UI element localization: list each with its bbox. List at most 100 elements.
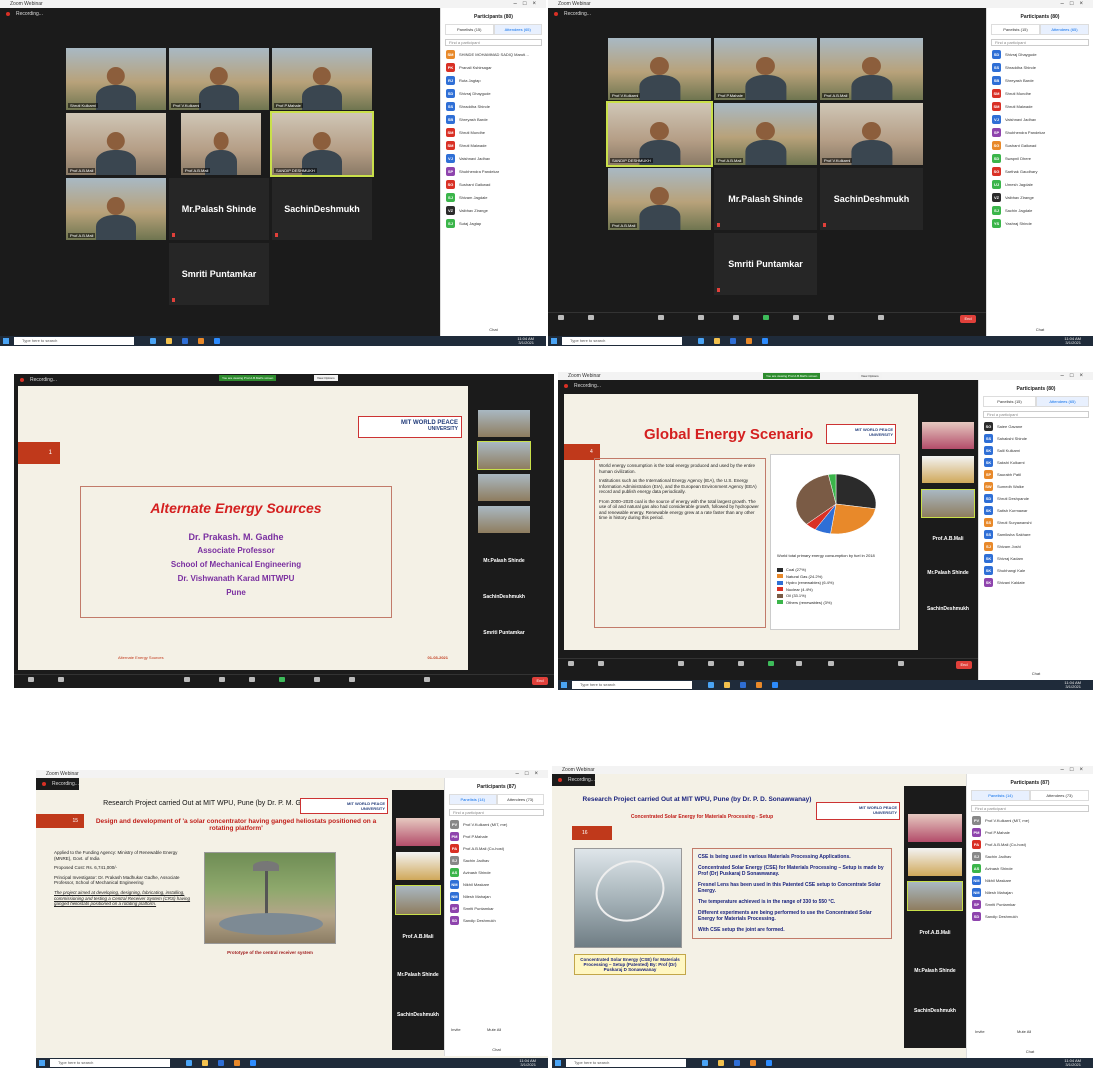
- taskbar-search[interactable]: Type here to search: [50, 1059, 170, 1067]
- list-item[interactable]: SP Shubhendra Pandekar: [987, 126, 1093, 139]
- taskbar-search[interactable]: Type here to search: [14, 337, 134, 345]
- list-item[interactable]: PA Prof.A.B.Mali (Co-host): [445, 842, 548, 854]
- video-tile[interactable]: Prof.A.B.Mali: [181, 113, 261, 175]
- chrome-icon[interactable]: [756, 682, 762, 688]
- qa-icon[interactable]: [219, 677, 225, 682]
- windows-start-icon[interactable]: [551, 338, 557, 344]
- list-item[interactable]: VJ Vaishnavi Jadhav: [441, 152, 546, 165]
- list-item[interactable]: PM Prof.P.Mahale: [967, 826, 1093, 838]
- edge-icon[interactable]: [150, 338, 156, 344]
- video-thumbnail[interactable]: [922, 422, 974, 449]
- list-item[interactable]: SK Salil Kulkarni: [979, 444, 1093, 456]
- mute-all-button[interactable]: Mute All: [487, 1027, 501, 1032]
- zoom-icon[interactable]: [766, 1060, 772, 1066]
- list-item[interactable]: SD Shivraj Dhaygude: [987, 48, 1093, 61]
- video-tile-off[interactable]: SachinDeshmukh: [272, 178, 372, 240]
- video-thumbnail-active[interactable]: [477, 441, 531, 470]
- store-icon[interactable]: [740, 682, 746, 688]
- store-icon[interactable]: [734, 1060, 740, 1066]
- mute-all-button[interactable]: Mute All: [1017, 1029, 1031, 1034]
- list-item[interactable]: SP Shubhendra Pandekar: [441, 165, 546, 178]
- record-icon[interactable]: [349, 677, 355, 682]
- windows-start-icon[interactable]: [3, 338, 9, 344]
- windows-start-icon[interactable]: [39, 1060, 45, 1066]
- list-item[interactable]: AS Avinash Shinde: [445, 866, 548, 878]
- list-item[interactable]: SP Smriti Puntamkar: [445, 902, 548, 914]
- list-item[interactable]: PM Prof.P.Mahale: [445, 830, 548, 842]
- share-screen-icon[interactable]: [279, 677, 285, 682]
- video-tile[interactable]: Prof.A.B.Mali: [608, 168, 711, 230]
- video-thumbnail[interactable]: [908, 848, 962, 876]
- video-thumbnail-active[interactable]: [907, 881, 963, 911]
- search-input[interactable]: Find a participant: [983, 411, 1089, 418]
- more-icon[interactable]: [898, 661, 904, 666]
- video-tile[interactable]: Prof.A.B.Mali: [66, 113, 166, 175]
- mute-icon[interactable]: [28, 677, 34, 682]
- chat-icon[interactable]: [733, 315, 739, 320]
- reactions-icon[interactable]: [314, 677, 320, 682]
- mute-icon[interactable]: [568, 661, 574, 666]
- participants-icon[interactable]: [678, 661, 684, 666]
- list-item[interactable]: SS Shraddha Shinde: [441, 100, 546, 113]
- list-item[interactable]: SJ Shivam Joshi: [979, 540, 1093, 552]
- list-item[interactable]: NM Nilesh Mahajan: [445, 890, 548, 902]
- video-tile[interactable]: Shruti Kulkarni: [66, 48, 166, 110]
- list-item[interactable]: SJ Shivam Jagdale: [441, 191, 546, 204]
- chrome-icon[interactable]: [750, 1060, 756, 1066]
- store-icon[interactable]: [182, 338, 188, 344]
- store-icon[interactable]: [730, 338, 736, 344]
- edge-icon[interactable]: [708, 682, 714, 688]
- end-button[interactable]: End: [532, 677, 548, 685]
- list-item[interactable]: SM Shruti Malwade: [441, 139, 546, 152]
- edge-icon[interactable]: [702, 1060, 708, 1066]
- list-item[interactable]: NM Nikhil Maskare: [967, 874, 1093, 886]
- list-item[interactable]: NM Nilesh Mahajan: [967, 886, 1093, 898]
- end-button[interactable]: End: [956, 661, 972, 669]
- edge-icon[interactable]: [186, 1060, 192, 1066]
- list-item[interactable]: SJ Sachin Jadhav: [967, 850, 1093, 862]
- end-button[interactable]: End: [960, 315, 976, 323]
- chat-button[interactable]: Chat: [967, 1049, 1093, 1054]
- edge-icon[interactable]: [698, 338, 704, 344]
- chat-button[interactable]: Chat: [445, 1047, 548, 1052]
- chat-icon[interactable]: [738, 661, 744, 666]
- tab-panelists[interactable]: Panelists (14): [449, 794, 497, 805]
- video-icon[interactable]: [588, 315, 594, 320]
- tab-panelists[interactable]: Panelists (15): [445, 24, 494, 35]
- video-tile[interactable]: Prof.A.B.Mali: [714, 103, 817, 165]
- list-item[interactable]: SJ Sachin Jagdale: [987, 204, 1093, 217]
- zoom-icon[interactable]: [214, 338, 220, 344]
- folder-icon[interactable]: [714, 338, 720, 344]
- list-item[interactable]: SJ Sutaj Jagtap: [441, 217, 546, 230]
- video-thumbnail[interactable]: [396, 852, 440, 880]
- video-tile-active-speaker[interactable]: SANDIP DESHMUKH: [606, 101, 713, 167]
- more-icon[interactable]: [424, 677, 430, 682]
- list-item[interactable]: SB Shreyash Barde: [987, 74, 1093, 87]
- list-item[interactable]: SS Sahakshi Shinde: [979, 432, 1093, 444]
- video-tile-off[interactable]: Mr.Palash Shinde: [169, 178, 269, 240]
- record-icon[interactable]: [828, 315, 834, 320]
- share-screen-icon[interactable]: [768, 661, 774, 666]
- video-thumbnail[interactable]: [478, 474, 530, 501]
- list-item[interactable]: SD Sandip Deshmukh: [445, 914, 548, 926]
- window-controls[interactable]: –□×: [514, 0, 542, 8]
- video-icon[interactable]: [598, 661, 604, 666]
- windows-start-icon[interactable]: [561, 682, 567, 688]
- tab-attendees[interactable]: Attendees (65): [1036, 396, 1089, 407]
- list-item[interactable]: SG Sushant Gaikwad: [441, 178, 546, 191]
- invite-button[interactable]: Invite: [975, 1029, 985, 1034]
- reactions-icon[interactable]: [796, 661, 802, 666]
- tab-attendees[interactable]: Attendees (73): [496, 794, 544, 805]
- window-controls[interactable]: –□×: [1061, 0, 1089, 8]
- list-item[interactable]: SM Shruti Mundhe: [987, 87, 1093, 100]
- qa-icon[interactable]: [708, 661, 714, 666]
- list-item[interactable]: SW Sumedh Walke: [979, 480, 1093, 492]
- video-thumbnail[interactable]: [922, 456, 974, 483]
- video-tile[interactable]: Prof.A.B.Mali: [820, 38, 923, 100]
- view-options-button[interactable]: View Options: [314, 375, 338, 381]
- folder-icon[interactable]: [718, 1060, 724, 1066]
- video-tile[interactable]: Prof.P.Mahale: [714, 38, 817, 100]
- list-item[interactable]: SK Shivani Kaldate: [979, 576, 1093, 588]
- list-item[interactable]: SP Smriti Puntamkar: [967, 898, 1093, 910]
- window-controls[interactable]: –□×: [1061, 766, 1089, 774]
